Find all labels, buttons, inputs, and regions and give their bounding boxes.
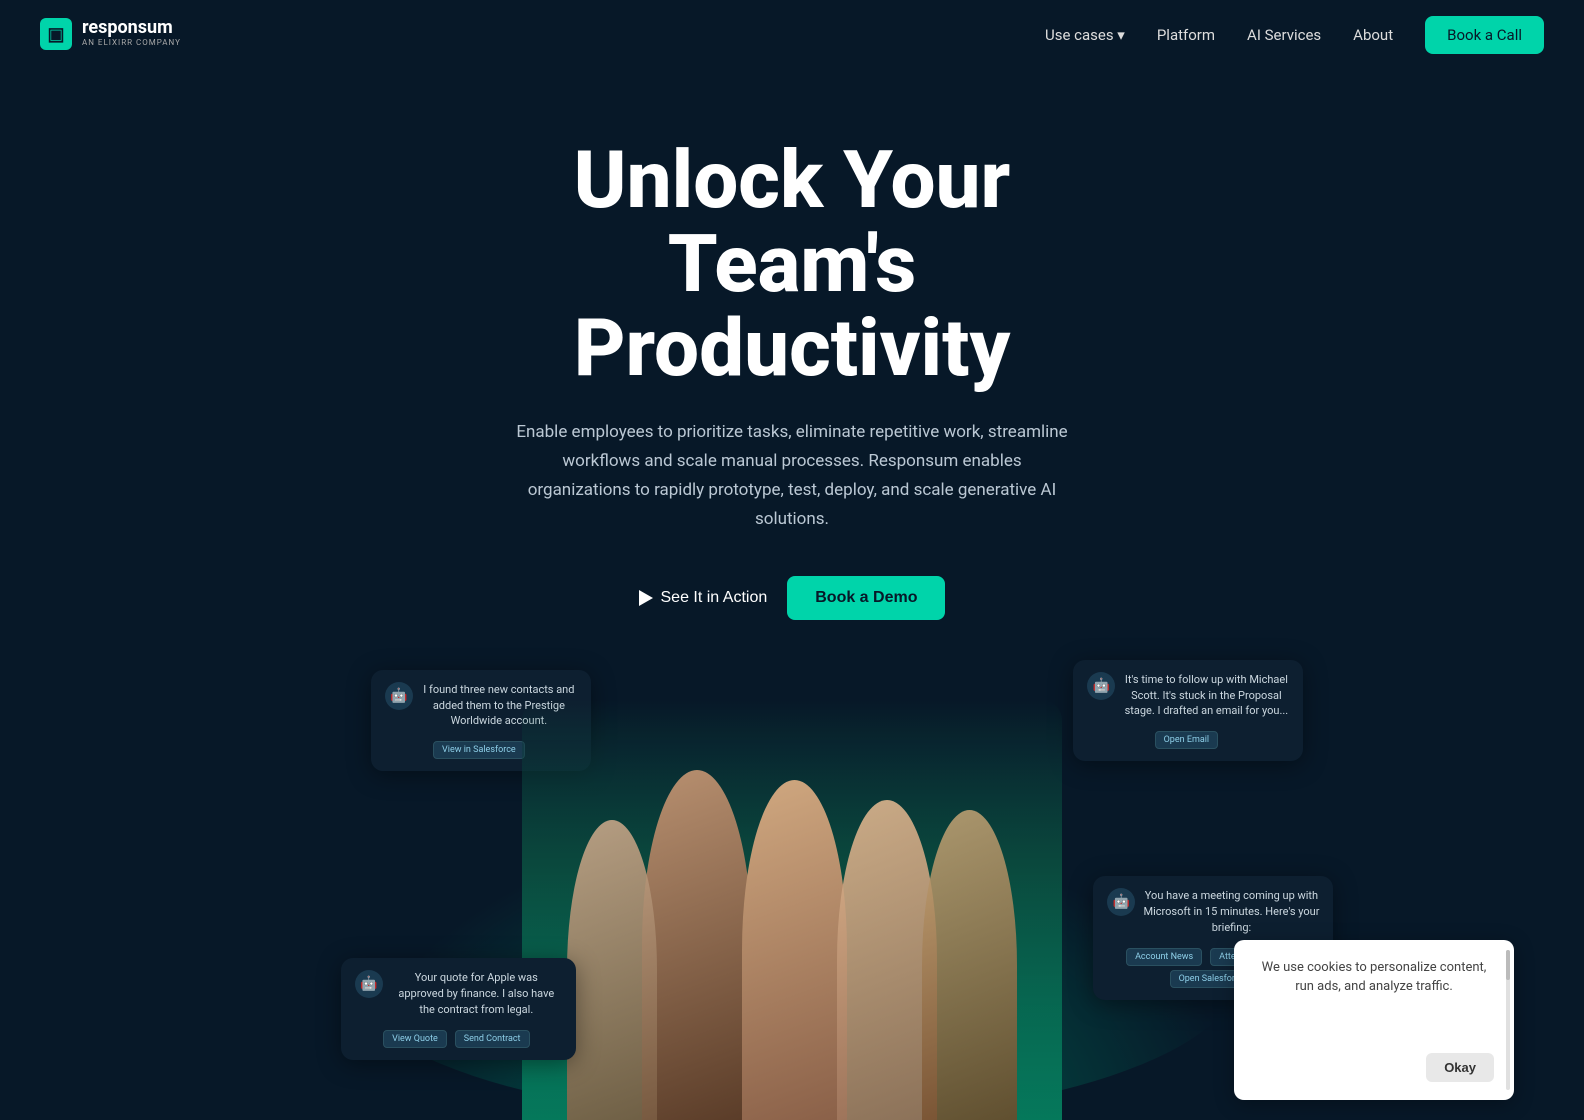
person-5	[922, 810, 1017, 1120]
person-2	[642, 770, 752, 1120]
bubble-4-btn-0[interactable]: View Quote	[383, 1030, 447, 1048]
bot-avatar-1: 🤖	[385, 682, 413, 710]
people-silhouette	[522, 740, 1062, 1120]
nav-platform[interactable]: Platform	[1157, 26, 1215, 44]
person-3	[742, 780, 847, 1120]
hero-section: Unlock Your Team's Productivity Enable e…	[0, 68, 1584, 1120]
person-1	[567, 820, 657, 1120]
bubble-2-btn-0[interactable]: Open Email	[1155, 731, 1219, 749]
nav-about[interactable]: About	[1353, 26, 1393, 44]
logo-sub: AN ELIXIRR COMPANY	[82, 37, 181, 48]
bubble-4-text: Your quote for Apple was approved by fin…	[391, 970, 562, 1018]
cookie-banner: We use cookies to personalize content, r…	[1234, 940, 1514, 1100]
cookie-okay-button[interactable]: Okay	[1426, 1053, 1494, 1082]
bubble-2-text: It's time to follow up with Michael Scot…	[1123, 672, 1289, 720]
bubble-4-btn-1[interactable]: Send Contract	[455, 1030, 530, 1048]
nav-ai-services[interactable]: AI Services	[1247, 26, 1321, 44]
cookie-scrollbar-thumb	[1506, 950, 1510, 980]
bubble-3-btn-0[interactable]: Account News	[1126, 948, 1202, 966]
chat-bubble-4: 🤖 Your quote for Apple was approved by f…	[341, 958, 576, 1060]
bubble-1-btn-0[interactable]: View in Salesforce	[433, 741, 525, 759]
hero-scene: 🤖 I found three new contacts and added t…	[40, 660, 1544, 1120]
cookie-scrollbar[interactable]	[1506, 950, 1510, 1090]
bot-avatar-2: 🤖	[1087, 672, 1115, 700]
bubble-3-text: You have a meeting coming up with Micros…	[1143, 888, 1319, 936]
hero-buttons: See It in Action Book a Demo	[639, 576, 946, 620]
nav-use-cases[interactable]: Use cases ▾	[1045, 26, 1125, 44]
bot-avatar-4: 🤖	[355, 970, 383, 998]
book-demo-button[interactable]: Book a Demo	[787, 576, 945, 620]
book-call-button[interactable]: Book a Call	[1425, 16, 1544, 54]
cookie-text: We use cookies to personalize content, r…	[1254, 958, 1494, 997]
hero-headline: Unlock Your Team's Productivity	[442, 138, 1142, 390]
hero-description: Enable employees to prioritize tasks, el…	[512, 418, 1072, 534]
see-it-in-action-button[interactable]: See It in Action	[639, 589, 768, 607]
chat-bubble-2: 🤖 It's time to follow up with Michael Sc…	[1073, 660, 1303, 762]
navigation: ▣ responsum AN ELIXIRR COMPANY Use cases…	[0, 0, 1584, 68]
logo-name: responsum	[82, 19, 181, 37]
nav-links: Use cases ▾ Platform AI Services About B…	[1045, 25, 1544, 44]
logo[interactable]: ▣ responsum AN ELIXIRR COMPANY	[40, 18, 181, 50]
bot-avatar-3: 🤖	[1107, 888, 1135, 916]
logo-icon: ▣	[40, 18, 72, 50]
play-icon	[639, 590, 653, 606]
people-group	[522, 700, 1062, 1120]
